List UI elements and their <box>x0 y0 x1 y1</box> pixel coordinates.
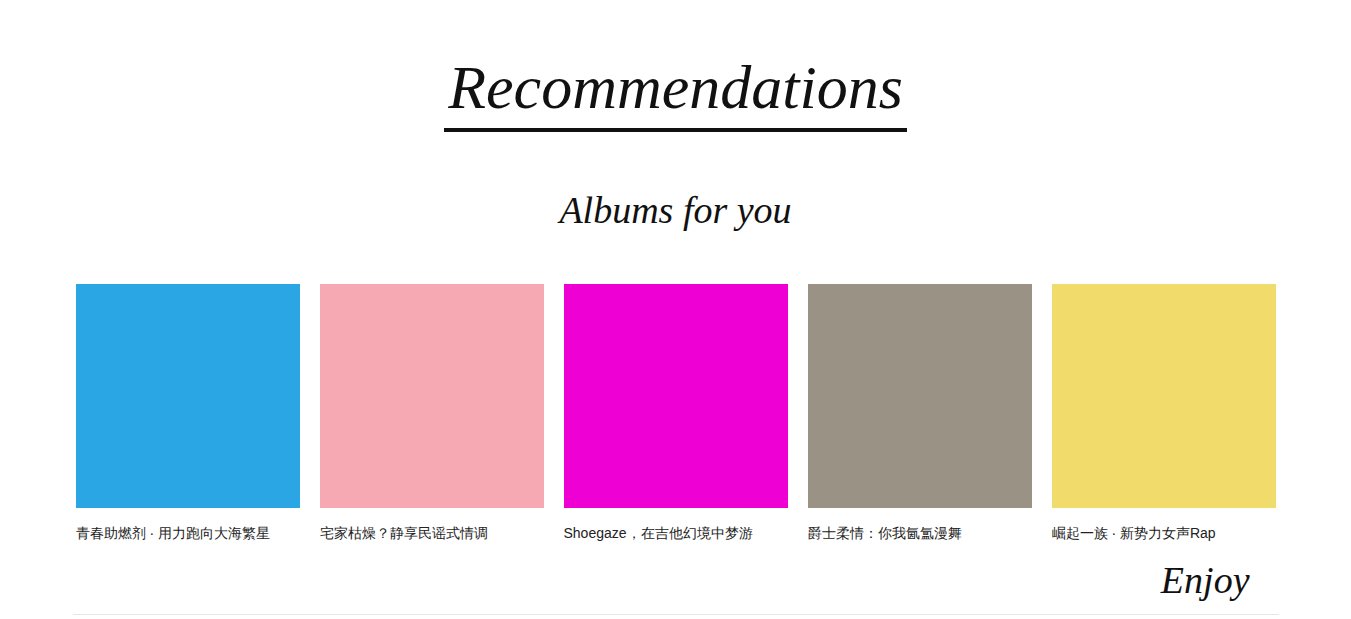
album-card[interactable]: Shoegaze，在吉他幻境中梦游 <box>564 284 788 543</box>
album-caption[interactable]: Shoegaze，在吉他幻境中梦游 <box>564 523 788 543</box>
album-cover[interactable] <box>76 284 300 508</box>
album-carousel: 青春助燃剂 · 用力跑向大海繁星宅家枯燥？静享民谣式情调 Shoegaze，在吉他… <box>76 284 1276 604</box>
album-cover[interactable] <box>564 284 788 508</box>
album-card[interactable]: 宅家枯燥？静享民谣式情调 <box>320 284 544 543</box>
album-cover[interactable] <box>320 284 544 508</box>
page-title: Recommendations <box>444 48 907 132</box>
recommendations-page: Recommendations Albums for you 青春助燃剂 · 用力跑… <box>0 0 1351 619</box>
album-cover[interactable] <box>1052 284 1276 508</box>
album-caption[interactable]: 崛起一族 · 新势力女声Rap <box>1052 523 1276 543</box>
enjoy-footer: Enjoy <box>1161 556 1276 604</box>
album-card[interactable]: 崛起一族 · 新势力女声Rap <box>1052 284 1276 543</box>
album-caption[interactable]: 青春助燃剂 · 用力跑向大海繁星 <box>76 523 300 543</box>
album-row: 青春助燃剂 · 用力跑向大海繁星宅家枯燥？静享民谣式情调 Shoegaze，在吉他… <box>76 284 1276 543</box>
album-card[interactable]: 爵士柔情：你我氤氲漫舞 <box>808 284 1032 543</box>
album-caption[interactable]: 宅家枯燥？静享民谣式情调 <box>320 523 544 543</box>
album-cover[interactable] <box>808 284 1032 508</box>
section-subtitle: Albums for you <box>559 186 791 234</box>
bottom-rule <box>73 614 1279 615</box>
album-caption[interactable]: 爵士柔情：你我氤氲漫舞 <box>808 523 1032 543</box>
album-card[interactable]: 青春助燃剂 · 用力跑向大海繁星 <box>76 284 300 543</box>
